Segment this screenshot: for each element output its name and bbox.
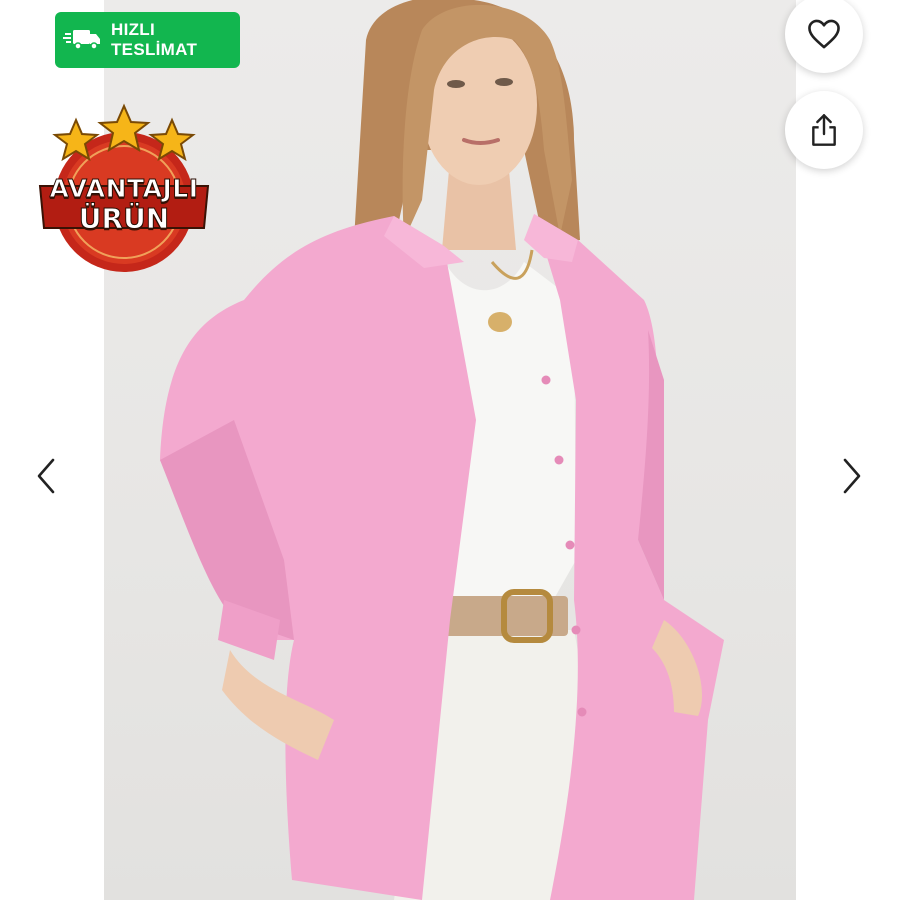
advantage-line2: ÜRÜN [78, 202, 170, 236]
product-image-gallery[interactable]: HIZLI TESLİMAT AVANTAJLI ÜRÜN [0, 0, 900, 900]
fast-delivery-badge: HIZLI TESLİMAT [55, 12, 240, 68]
delivery-truck-icon [63, 30, 100, 50]
share-icon [812, 114, 836, 146]
previous-image-button[interactable] [26, 446, 66, 506]
next-image-button[interactable] [832, 446, 872, 506]
share-button[interactable] [785, 91, 863, 169]
heart-icon [808, 19, 840, 49]
chevron-left-icon [37, 458, 55, 494]
chevron-right-icon [843, 458, 861, 494]
favorite-button[interactable] [785, 0, 863, 73]
fast-delivery-line1: HIZLI [111, 20, 155, 39]
fast-delivery-line2: TESLİMAT [111, 40, 198, 59]
advantage-line1: AVANTAJLI [49, 174, 199, 204]
advantage-product-badge: AVANTAJLI ÜRÜN [36, 102, 212, 274]
